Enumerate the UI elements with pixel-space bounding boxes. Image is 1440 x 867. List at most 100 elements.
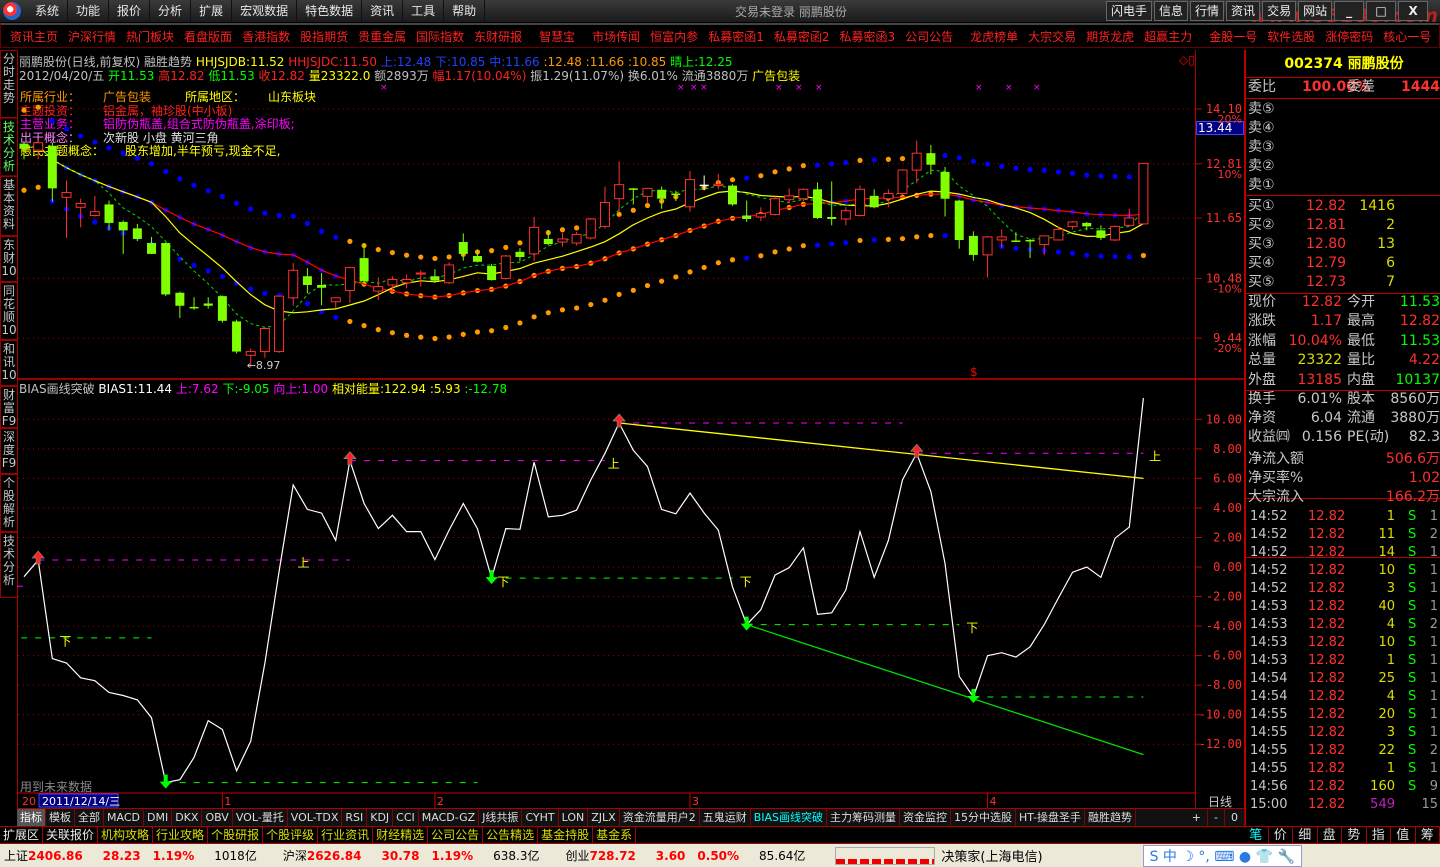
extension-tab[interactable]: 基金系 bbox=[593, 827, 637, 843]
quote-tab[interactable]: 值 bbox=[1391, 827, 1416, 843]
indicator-tab[interactable]: J线共振 bbox=[479, 809, 523, 826]
menu-item[interactable]: 宏观数据 bbox=[232, 0, 298, 22]
window-button[interactable]: 闪电手 bbox=[1106, 1, 1153, 21]
indicator-tab[interactable]: DKX bbox=[172, 809, 203, 826]
indicator-tab[interactable]: 五鬼运财 bbox=[700, 809, 751, 826]
nav-link[interactable]: 东财研报 bbox=[469, 28, 527, 45]
nav-link[interactable]: 股指期货 bbox=[295, 28, 353, 45]
indicator-tab[interactable]: 指标 bbox=[17, 809, 46, 826]
nav-link[interactable]: 软件选股 bbox=[1262, 28, 1320, 45]
nav-link[interactable]: 龙虎榜单 bbox=[958, 28, 1023, 45]
extension-tab[interactable]: 行业资讯 bbox=[318, 827, 374, 843]
indicator-tab[interactable]: LON bbox=[559, 809, 589, 826]
indicator-tab[interactable]: OBV bbox=[202, 809, 233, 826]
quote-tab[interactable]: 笔 bbox=[1244, 827, 1269, 843]
close-button[interactable]: X bbox=[1398, 1, 1429, 21]
extension-tab[interactable]: 个股研报 bbox=[208, 827, 264, 843]
indicator-tab[interactable]: RSI bbox=[342, 809, 368, 826]
window-button[interactable]: 交易 bbox=[1262, 1, 1297, 21]
left-tab[interactable]: 技术分析 bbox=[0, 118, 18, 176]
indicator-tab[interactable]: ZJLX bbox=[588, 809, 620, 826]
window-button[interactable]: 行情 bbox=[1190, 1, 1225, 21]
extension-tab[interactable]: 关联报价 bbox=[43, 827, 99, 843]
quote-tab[interactable]: 筹 bbox=[1416, 827, 1440, 843]
nav-link[interactable]: 私募密函1 bbox=[703, 28, 769, 45]
chart-area[interactable] bbox=[17, 50, 1245, 808]
quote-tab[interactable]: 盘 bbox=[1318, 827, 1342, 843]
indicator-tab[interactable]: 主力筹码测量 bbox=[827, 809, 901, 826]
indicator-tab[interactable]: KDJ bbox=[367, 809, 394, 826]
left-tab[interactable]: 和讯10 bbox=[0, 340, 18, 386]
left-tab[interactable]: 分时走势 bbox=[0, 50, 18, 118]
menu-item[interactable]: 扩展 bbox=[191, 0, 233, 22]
nav-link[interactable]: 国际指数 bbox=[411, 28, 469, 45]
indicator-tab[interactable]: 资金监控 bbox=[900, 809, 952, 826]
nav-link[interactable]: 核心一号 bbox=[1378, 28, 1436, 45]
quote-tab[interactable]: 细 bbox=[1293, 827, 1318, 843]
indicator-tab[interactable]: CCI bbox=[393, 809, 419, 826]
maximize-button[interactable]: □ bbox=[1366, 1, 1397, 21]
left-tab[interactable]: 同花顺10 bbox=[0, 282, 18, 340]
left-tab[interactable]: 财富F9 bbox=[0, 386, 18, 428]
extension-tab[interactable]: 财经精选 bbox=[373, 827, 429, 843]
extension-tab[interactable]: 公司公告 bbox=[428, 827, 484, 843]
ime-toolbar[interactable]: S 中 ☽ °, ⌨ ● 👕 🔧 bbox=[1142, 844, 1302, 867]
nav-link[interactable]: 看盘版面 bbox=[179, 28, 237, 45]
extension-tab[interactable]: 基金持股 bbox=[538, 827, 594, 843]
window-button[interactable]: 资讯 bbox=[1226, 1, 1261, 21]
nav-link[interactable]: 资讯主页 bbox=[5, 28, 63, 45]
nav-link[interactable]: 私募密函2 bbox=[769, 28, 835, 45]
quote-tab[interactable]: 势 bbox=[1342, 827, 1367, 843]
menu-item[interactable]: 工具 bbox=[403, 0, 445, 22]
minimize-button[interactable]: _ bbox=[1334, 1, 1365, 21]
menu-item[interactable]: 报价 bbox=[109, 0, 151, 22]
extension-tab[interactable]: 扩展区 bbox=[0, 827, 44, 843]
nav-link[interactable]: 香港指数 bbox=[237, 28, 295, 45]
menu-item[interactable]: 系统 bbox=[27, 0, 69, 22]
nav-link[interactable]: 市场传闻 bbox=[580, 28, 645, 45]
indicator-tab[interactable]: DMI bbox=[144, 809, 173, 826]
left-tab[interactable]: 个股解析 bbox=[0, 474, 18, 532]
zoom-button[interactable]: + bbox=[1186, 809, 1209, 826]
extension-tab[interactable]: 公告精选 bbox=[483, 827, 539, 843]
zoom-button[interactable]: - bbox=[1208, 809, 1225, 826]
extension-tab[interactable]: 行业攻略 bbox=[153, 827, 209, 843]
nav-link[interactable]: 公司公告 bbox=[900, 28, 958, 45]
left-tab[interactable]: 技术分析 bbox=[0, 532, 18, 598]
quote-tab[interactable]: 指 bbox=[1367, 827, 1391, 843]
left-tab[interactable]: 基本资料 bbox=[0, 176, 18, 236]
indicator-tab[interactable]: 15分中选股 bbox=[951, 809, 1017, 826]
nav-link[interactable]: 涨停密码 bbox=[1320, 28, 1378, 45]
indicator-tab[interactable]: CYHT bbox=[522, 809, 559, 826]
nav-link[interactable]: 沪深行情 bbox=[63, 28, 121, 45]
indicator-tab[interactable]: BIAS画线突破 bbox=[751, 809, 828, 826]
nav-link[interactable]: 智慧宝 bbox=[527, 28, 580, 45]
left-tab[interactable]: 东财10 bbox=[0, 236, 18, 282]
nav-link[interactable]: 恒富内参 bbox=[645, 28, 703, 45]
indicator-tab[interactable]: 资金流量用户2 bbox=[620, 809, 700, 826]
indicator-tab[interactable]: VOL-量托 bbox=[233, 809, 288, 826]
menu-item[interactable]: 帮助 bbox=[444, 0, 486, 22]
extension-tab[interactable]: 机构攻略 bbox=[98, 827, 154, 843]
indicator-tab[interactable]: HT-操盘圣手 bbox=[1016, 809, 1085, 826]
nav-link[interactable]: 金股一号 bbox=[1197, 28, 1262, 45]
nav-link[interactable]: 贵重金属 bbox=[353, 28, 411, 45]
menu-item[interactable]: 资讯 bbox=[362, 0, 404, 22]
indicator-tab[interactable]: 融胜趋势 bbox=[1085, 809, 1136, 826]
indicator-tab[interactable]: 模板 bbox=[46, 809, 75, 826]
nav-link[interactable]: 超赢主力 bbox=[1139, 28, 1197, 45]
extension-tab[interactable]: 个股评级 bbox=[263, 827, 319, 843]
panel-toggle-icon[interactable]: ◇▯ bbox=[1179, 53, 1195, 67]
indicator-tab[interactable]: 全部 bbox=[75, 809, 104, 826]
left-tab[interactable]: 深度F9 bbox=[0, 428, 18, 474]
nav-link[interactable]: 期货龙虎 bbox=[1081, 28, 1139, 45]
quote-tab[interactable]: 价 bbox=[1269, 827, 1293, 843]
menu-item[interactable]: 功能 bbox=[68, 0, 110, 22]
window-button[interactable]: 信息 bbox=[1154, 1, 1189, 21]
nav-link[interactable]: 私募密函3 bbox=[834, 28, 900, 45]
window-button[interactable]: 网站 bbox=[1298, 1, 1333, 21]
menu-item[interactable]: 分析 bbox=[150, 0, 192, 22]
indicator-tab[interactable]: MACD-GZ bbox=[419, 809, 480, 826]
nav-link[interactable]: 热门板块 bbox=[121, 28, 179, 45]
menu-item[interactable]: 特色数据 bbox=[297, 0, 363, 22]
